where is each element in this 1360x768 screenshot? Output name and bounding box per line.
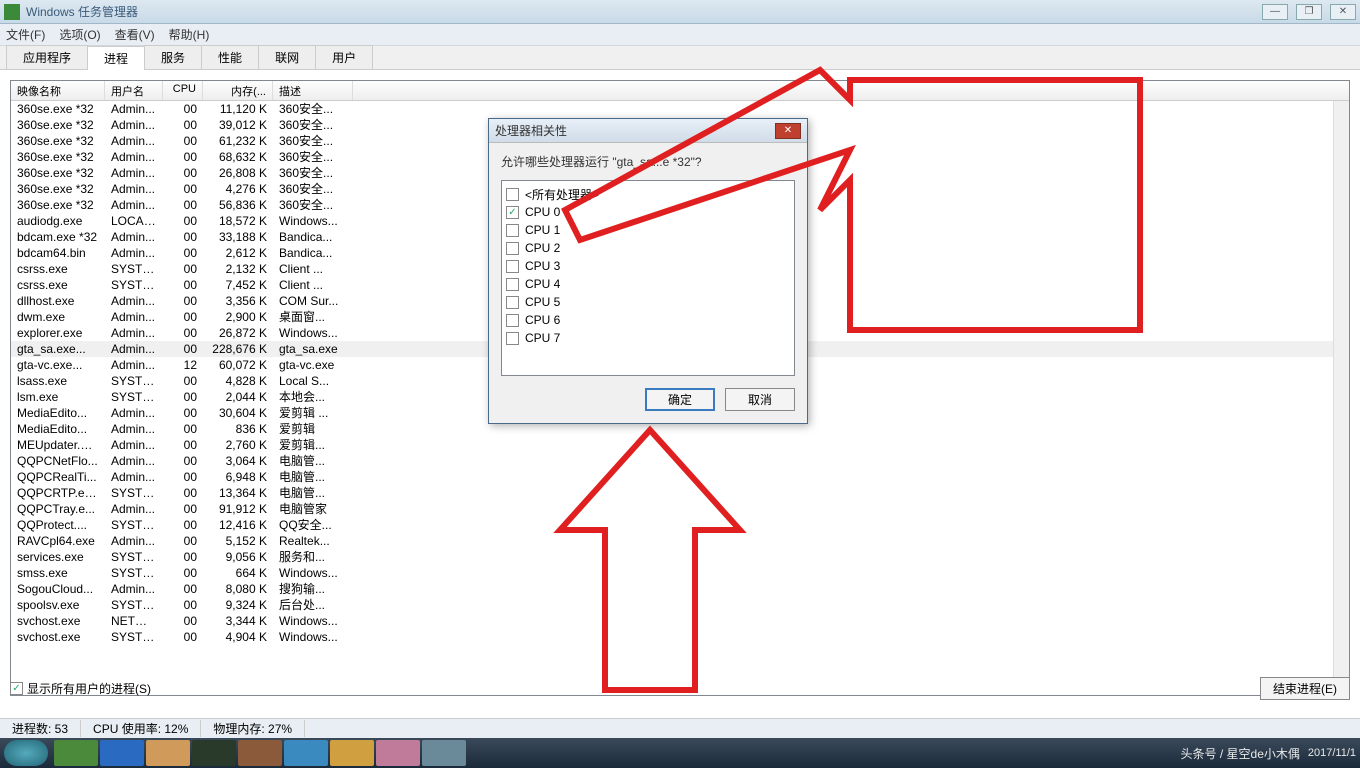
cpu-checkbox[interactable] [506,242,519,255]
process-row[interactable]: RAVCpl64.exeAdmin...005,152 KRealtek... [11,533,1349,549]
column-header[interactable]: 用户名 [105,81,163,100]
taskbar-icon[interactable] [146,740,190,766]
column-headers: 映像名称用户名CPU内存(...描述 [11,81,1349,101]
process-row[interactable]: SogouCloud...Admin...008,080 K搜狗输... [11,581,1349,597]
app-icon [4,4,20,20]
menu-item[interactable]: 选项(O) [59,26,100,43]
tab[interactable]: 性能 [201,45,259,69]
process-row[interactable]: spoolsv.exeSYSTEM009,324 K后台处... [11,597,1349,613]
process-row[interactable]: QQPCTray.e...Admin...0091,912 K电脑管家 [11,501,1349,517]
cancel-button[interactable]: 取消 [725,388,795,411]
cpu-checkbox[interactable] [506,260,519,273]
cpu-all-checkbox[interactable] [506,188,519,201]
scrollbar[interactable] [1333,101,1349,695]
tab[interactable]: 用户 [315,45,373,69]
taskbar-icon[interactable] [192,740,236,766]
cpu-list: <所有处理器>✓CPU 0CPU 1CPU 2CPU 3CPU 4CPU 5CP… [501,180,795,376]
cpu-checkbox[interactable] [506,296,519,309]
cpu-row[interactable]: CPU 2 [506,239,790,257]
menu-item[interactable]: 文件(F) [6,26,45,43]
taskbar-icon[interactable] [284,740,328,766]
show-all-checkbox[interactable]: ✓ [10,682,23,695]
cpu-row[interactable]: ✓CPU 0 [506,203,790,221]
ok-button[interactable]: 确定 [645,388,715,411]
start-button[interactable] [4,740,48,766]
process-row[interactable]: smss.exeSYSTEM00664 KWindows... [11,565,1349,581]
cpu-checkbox[interactable] [506,278,519,291]
process-row[interactable]: svchost.exeSYSTEM004,904 KWindows... [11,629,1349,645]
column-header[interactable]: 内存(... [203,81,273,100]
watermark: 头条号 / 星空de小木偶 [1181,745,1300,762]
taskbar-icon[interactable] [330,740,374,766]
process-row[interactable]: 360se.exe *32Admin...0011,120 K360安全... [11,101,1349,117]
status-mem: 物理内存: 27% [201,720,305,737]
taskbar: 头条号 / 星空de小木偶 2017/11/1 [0,738,1360,768]
menubar: 文件(F) 选项(O) 查看(V) 帮助(H) [0,24,1360,46]
process-row[interactable]: MEUpdater.exeAdmin...002,760 K爱剪辑... [11,437,1349,453]
tab[interactable]: 联网 [258,45,316,69]
cpu-row[interactable]: CPU 6 [506,311,790,329]
column-header[interactable]: CPU [163,81,203,100]
status-procs: 进程数: 53 [0,720,81,737]
tabbar: 应用程序进程服务性能联网用户 [0,46,1360,70]
process-row[interactable]: services.exeSYSTEM009,056 K服务和... [11,549,1349,565]
taskbar-icon[interactable] [422,740,466,766]
dialog-question: 允许哪些处理器运行 "gta_sa...e *32"? [489,143,807,180]
column-header[interactable]: 映像名称 [11,81,105,100]
show-all-label: 显示所有用户的进程(S) [27,680,151,697]
close-button[interactable]: ✕ [1330,4,1356,20]
status-cpu: CPU 使用率: 12% [81,720,201,737]
window-title: Windows 任务管理器 [26,3,1262,20]
taskbar-icon[interactable] [376,740,420,766]
cpu-row[interactable]: CPU 5 [506,293,790,311]
cpu-checkbox[interactable] [506,314,519,327]
cpu-checkbox[interactable] [506,224,519,237]
taskbar-icon[interactable] [238,740,282,766]
dialog-title: 处理器相关性 [495,122,775,139]
taskbar-icon[interactable] [100,740,144,766]
process-row[interactable]: svchost.exeNETWO...003,344 KWindows... [11,613,1349,629]
clock-date: 2017/11/1 [1308,747,1356,759]
titlebar: Windows 任务管理器 — ❐ ✕ [0,0,1360,24]
cpu-checkbox[interactable] [506,332,519,345]
minimize-button[interactable]: — [1262,4,1288,20]
tab[interactable]: 应用程序 [6,45,88,69]
process-row[interactable]: QQPCRTP.ex...SYSTEM0013,364 K电脑管... [11,485,1349,501]
tab[interactable]: 进程 [87,46,145,70]
tab[interactable]: 服务 [144,45,202,69]
cpu-checkbox[interactable]: ✓ [506,206,519,219]
affinity-dialog: 处理器相关性 ✕ 允许哪些处理器运行 "gta_sa...e *32"? <所有… [488,118,808,424]
cpu-row[interactable]: CPU 1 [506,221,790,239]
taskbar-icon[interactable] [54,740,98,766]
dialog-close-button[interactable]: ✕ [775,123,801,139]
end-process-button[interactable]: 结束进程(E) [1260,677,1350,700]
menu-item[interactable]: 查看(V) [115,26,155,43]
maximize-button[interactable]: ❐ [1296,4,1322,20]
process-row[interactable]: QQProtect....SYSTEM0012,416 KQQ安全... [11,517,1349,533]
process-row[interactable]: QQPCNetFlo...Admin...003,064 K电脑管... [11,453,1349,469]
process-row[interactable]: QQPCRealTi...Admin...006,948 K电脑管... [11,469,1349,485]
status-bar: 进程数: 53 CPU 使用率: 12% 物理内存: 27% [0,718,1360,738]
cpu-row[interactable]: CPU 3 [506,257,790,275]
column-header[interactable]: 描述 [273,81,353,100]
cpu-row[interactable]: CPU 7 [506,329,790,347]
menu-item[interactable]: 帮助(H) [169,26,210,43]
cpu-row[interactable]: CPU 4 [506,275,790,293]
